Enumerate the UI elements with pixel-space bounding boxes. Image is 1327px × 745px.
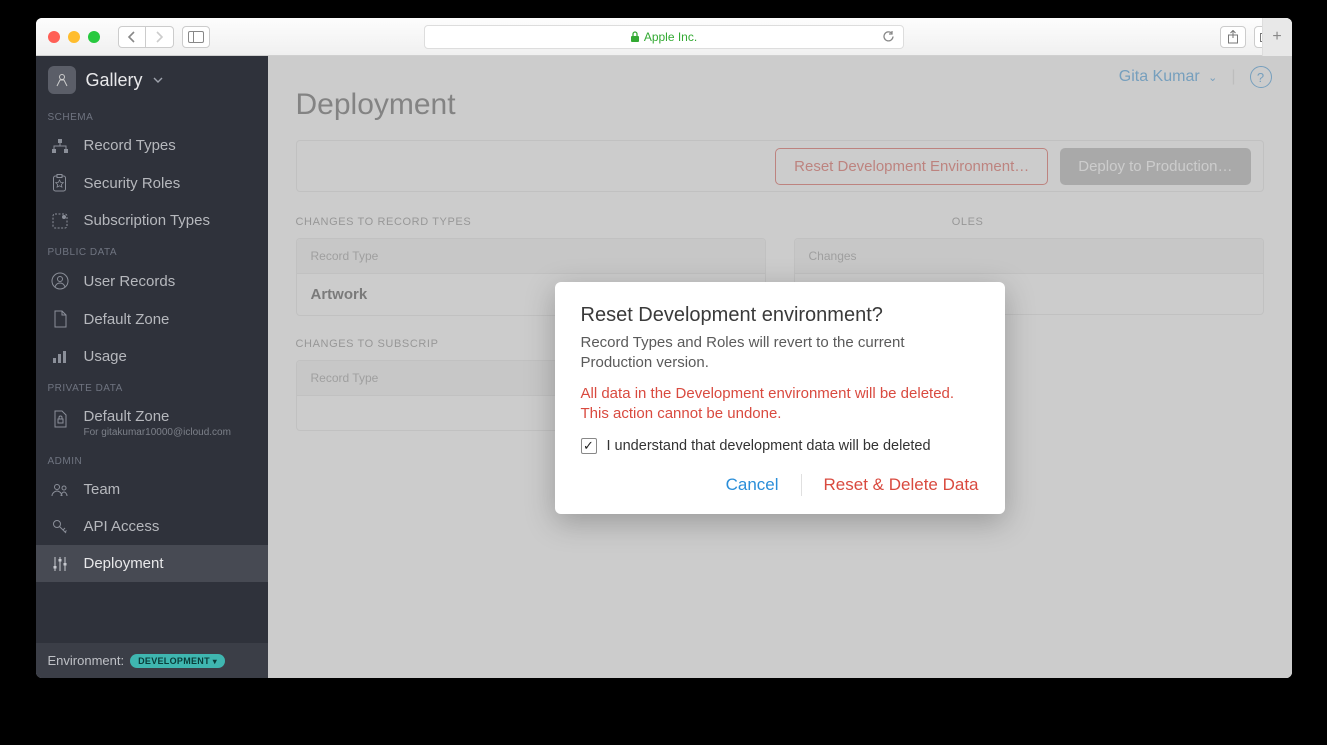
- sidebar-item-team[interactable]: Team: [36, 471, 268, 508]
- minimize-window-icon[interactable]: [68, 31, 80, 43]
- url-text: Apple Inc.: [644, 30, 697, 44]
- url-bar[interactable]: Apple Inc.: [424, 25, 904, 49]
- dialog-warning: All data in the Development environment …: [581, 384, 979, 425]
- forward-button[interactable]: [146, 26, 174, 48]
- chevron-down-icon: [153, 76, 163, 84]
- bar-chart-icon: [50, 350, 70, 364]
- sidebar-item-api-access[interactable]: API Access: [36, 508, 268, 545]
- reset-dialog: Reset Development environment? Record Ty…: [555, 282, 1005, 514]
- badge-icon: [50, 174, 70, 192]
- fullscreen-window-icon[interactable]: [88, 31, 100, 43]
- environment-pill[interactable]: DEVELOPMENT ▾: [130, 654, 225, 668]
- dialog-title: Reset Development environment?: [581, 304, 979, 327]
- share-button[interactable]: [1220, 26, 1246, 48]
- sidebar-item-label: Deployment: [84, 555, 164, 572]
- chevron-right-icon: [155, 31, 164, 43]
- share-icon: [1227, 30, 1239, 44]
- sidebar-item-usage[interactable]: Usage: [36, 338, 268, 375]
- sidebar-section-admin: ADMIN: [36, 448, 268, 471]
- key-icon: [50, 519, 70, 535]
- sidebar-toggle-button[interactable]: [182, 26, 210, 48]
- sidebar-section-private: PRIVATE DATA: [36, 375, 268, 398]
- environment-bar: Environment: DEVELOPMENT ▾: [36, 643, 268, 678]
- chevron-left-icon: [127, 31, 136, 43]
- document-icon: [50, 310, 70, 328]
- sidebar-item-user-records[interactable]: User Records: [36, 262, 268, 300]
- reload-icon[interactable]: [882, 30, 895, 43]
- sidebar-item-label: Record Types: [84, 137, 176, 154]
- environment-label: Environment:: [48, 653, 125, 668]
- sidebar-item-default-zone-public[interactable]: Default Zone: [36, 300, 268, 338]
- app-name: Gallery: [86, 70, 143, 91]
- safari-window: Apple Inc. + Gallery SCHEMA: [36, 18, 1292, 678]
- sidebar-item-security-roles[interactable]: Security Roles: [36, 164, 268, 202]
- app-switcher[interactable]: Gallery: [36, 56, 268, 104]
- sidebar-item-subscription-types[interactable]: Subscription Types: [36, 202, 268, 239]
- traffic-lights: [48, 31, 100, 43]
- user-icon: [50, 272, 70, 290]
- reset-delete-button[interactable]: Reset & Delete Data: [824, 475, 979, 495]
- lock-icon: [630, 31, 640, 43]
- sidebar-item-default-zone-private[interactable]: Default Zone For gitakumar10000@icloud.c…: [36, 398, 268, 448]
- back-button[interactable]: [118, 26, 146, 48]
- hierarchy-icon: [50, 139, 70, 153]
- sidebar-item-deployment[interactable]: Deployment: [36, 545, 268, 582]
- locked-document-icon: [50, 410, 70, 428]
- sliders-icon: [50, 556, 70, 572]
- titlebar: Apple Inc. +: [36, 18, 1292, 56]
- sidebar-item-label: Subscription Types: [84, 212, 210, 229]
- divider: [801, 474, 802, 496]
- sidebar-item-label: API Access: [84, 518, 160, 535]
- nav-buttons: [118, 26, 174, 48]
- sidebar-section-schema: SCHEMA: [36, 104, 268, 127]
- sidebar-item-label: Default Zone: [84, 408, 231, 425]
- app-icon: [48, 66, 76, 94]
- sidebar-item-record-types[interactable]: Record Types: [36, 127, 268, 164]
- main-content: Gita Kumar ⌄ | ? Deployment Reset Develo…: [268, 56, 1292, 678]
- sidebar-section-public: PUBLIC DATA: [36, 239, 268, 262]
- new-tab-button[interactable]: +: [1262, 18, 1292, 56]
- confirm-checkbox-label[interactable]: I understand that development data will …: [607, 438, 931, 454]
- dialog-body: Record Types and Roles will revert to th…: [581, 333, 979, 374]
- team-icon: [50, 483, 70, 497]
- subscription-icon: [50, 213, 70, 229]
- confirm-checkbox[interactable]: ✓: [581, 438, 597, 454]
- cancel-button[interactable]: Cancel: [726, 475, 779, 495]
- sidebar: Gallery SCHEMA Record Types Security Rol…: [36, 56, 268, 678]
- sidebar-item-label: User Records: [84, 273, 176, 290]
- sidebar-item-label: Usage: [84, 348, 127, 365]
- sidebar-item-label: Default Zone: [84, 311, 170, 328]
- sidebar-icon: [188, 31, 204, 43]
- sidebar-item-subtitle: For gitakumar10000@icloud.com: [84, 427, 231, 438]
- sidebar-item-label: Team: [84, 481, 121, 498]
- sidebar-item-label: Security Roles: [84, 175, 181, 192]
- close-window-icon[interactable]: [48, 31, 60, 43]
